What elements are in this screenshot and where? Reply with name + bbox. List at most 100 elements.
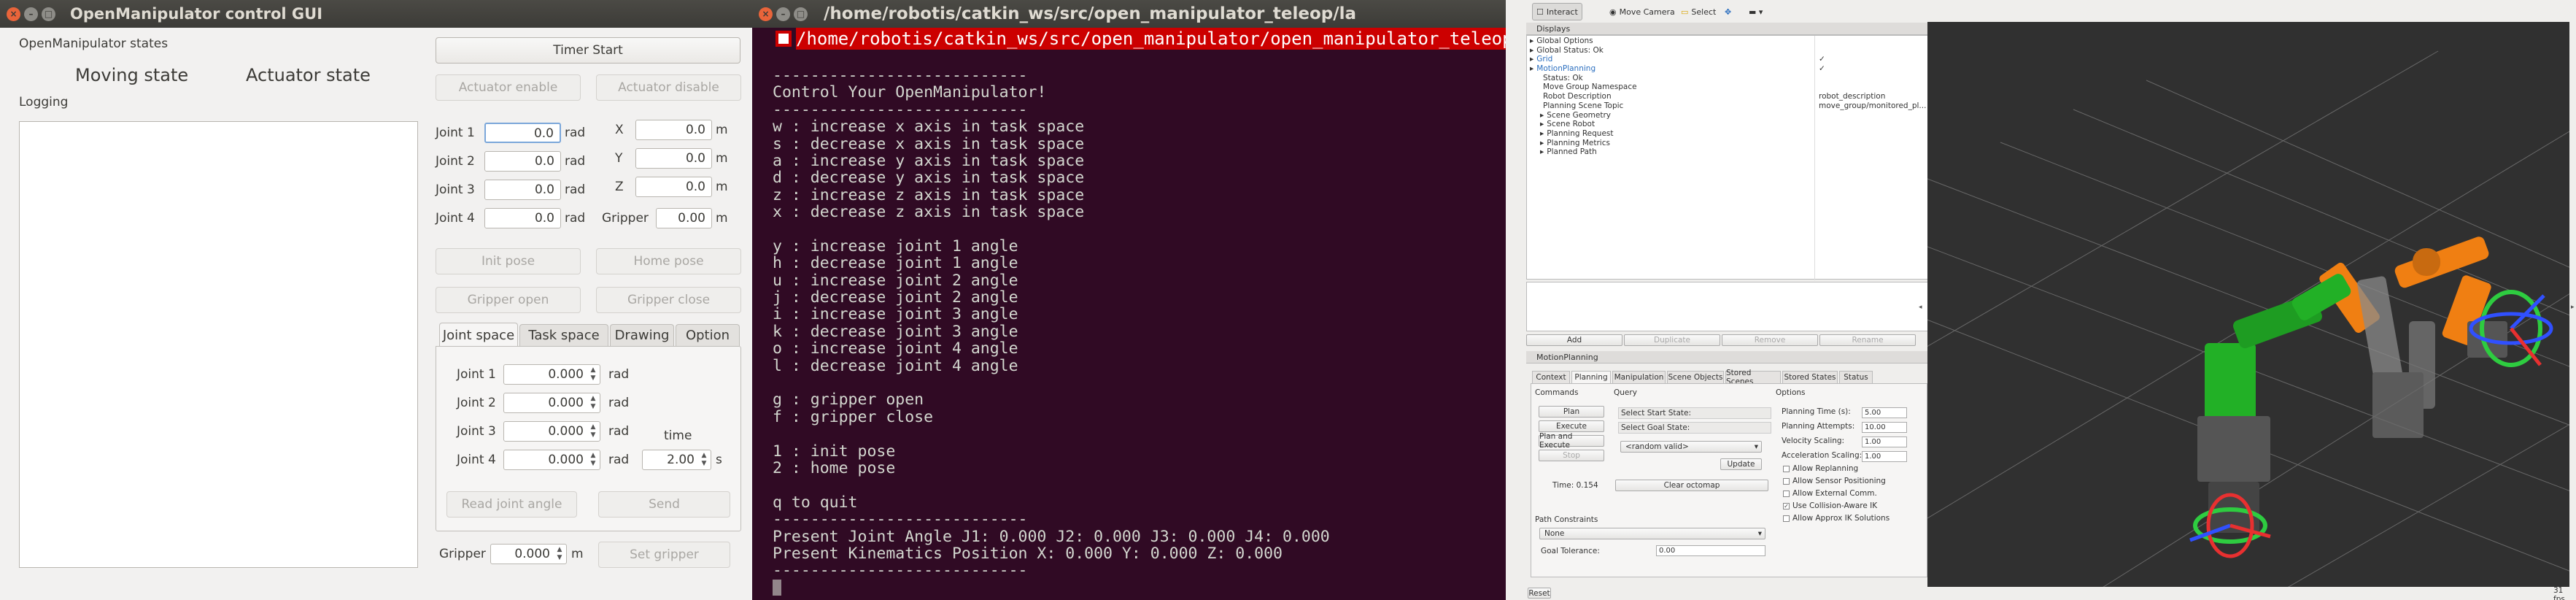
spin-arrows-icon[interactable]: ▲ ▼: [699, 452, 709, 468]
display-tree-item[interactable]: Status: Ok: [1530, 74, 1924, 83]
mp-tab-status[interactable]: Status: [1839, 371, 1873, 383]
y-field[interactable]: 0.0: [635, 148, 712, 169]
display-tree-item[interactable]: Move Group Namespace: [1530, 82, 1924, 92]
option-spinbox[interactable]: 1.00: [1862, 451, 1907, 462]
expand-arrow-icon[interactable]: ▸: [1540, 147, 1544, 156]
expand-arrow-icon[interactable]: ▸: [1540, 120, 1544, 128]
mp-tab-scene-objects[interactable]: Scene Objects: [1667, 371, 1724, 383]
goal-tolerance-field[interactable]: 0.00: [1656, 545, 1765, 556]
display-tree-item[interactable]: ▸ Planned Path: [1530, 147, 1924, 157]
clear-octomap-button[interactable]: Clear octomap: [1615, 480, 1768, 491]
checkbox[interactable]: [1783, 477, 1790, 485]
joint3-field[interactable]: 0.0: [484, 180, 561, 200]
x-field[interactable]: 0.0: [635, 120, 712, 140]
checkbox[interactable]: ✓: [1783, 502, 1790, 509]
set-gripper-button[interactable]: Set gripper: [598, 542, 730, 568]
joint2-field[interactable]: 0.0: [484, 151, 561, 172]
option-checkbox-row[interactable]: Allow Replanning: [1783, 464, 1922, 477]
3d-viewport[interactable]: [1927, 22, 2569, 587]
rename-display-button[interactable]: Rename: [1819, 334, 1916, 346]
stop-button[interactable]: Stop: [1539, 450, 1604, 461]
add-display-button[interactable]: Add: [1526, 334, 1622, 346]
mp-tab-stored-scenes[interactable]: Stored Scenes: [1725, 369, 1781, 386]
checkbox[interactable]: [1783, 515, 1790, 522]
joint4-field[interactable]: 0.0: [484, 208, 561, 228]
move-icon[interactable]: ✥: [1720, 3, 1736, 20]
js-joint1-spinbox[interactable]: 0.000 ▲ ▼: [503, 364, 600, 385]
duplicate-display-button[interactable]: Duplicate: [1624, 334, 1720, 346]
goal-state-dropdown[interactable]: <random valid> ▾: [1620, 441, 1762, 453]
bottom-gripper-spinbox[interactable]: 0.000 ▲ ▼: [490, 544, 567, 564]
js-joint4-spinbox[interactable]: 0.000 ▲ ▼: [503, 450, 600, 470]
mp-tab-planning[interactable]: Planning: [1571, 371, 1611, 383]
display-tree-item[interactable]: ▸ Scene Geometry: [1530, 111, 1924, 120]
display-tree-item[interactable]: ▸ Scene Robot: [1530, 120, 1924, 129]
checkbox[interactable]: [1783, 490, 1790, 497]
js-joint2-spinbox[interactable]: 0.000 ▲ ▼: [503, 393, 600, 413]
option-checkbox-row[interactable]: ✓ Use Collision-Aware IK: [1783, 501, 1922, 514]
path-constraints-dropdown[interactable]: None ▾: [1539, 528, 1765, 539]
maximize-icon[interactable]: □: [794, 7, 808, 21]
display-tree-item[interactable]: Robot Description robot_description: [1530, 92, 1924, 101]
gripper-field[interactable]: 0.00: [656, 208, 712, 228]
tool-move-camera[interactable]: ◉ Move Camera: [1605, 3, 1679, 20]
display-tree-item[interactable]: ▸ Planning Request: [1530, 129, 1924, 139]
time-spinbox[interactable]: 2.00 ▲ ▼: [642, 450, 711, 470]
spin-arrows-icon[interactable]: ▲ ▼: [554, 546, 565, 562]
collapse-right-icon[interactable]: ▸: [2571, 304, 2575, 311]
expand-arrow-icon[interactable]: ▸: [1540, 139, 1544, 147]
js-joint3-spinbox[interactable]: 0.000 ▲ ▼: [503, 421, 600, 442]
tool-interact[interactable]: ☐ Interact: [1532, 3, 1582, 20]
spin-arrows-icon[interactable]: ▲ ▼: [588, 452, 598, 468]
maximize-icon[interactable]: □: [42, 7, 55, 21]
tool-select[interactable]: ▭ Select: [1676, 3, 1720, 20]
z-field[interactable]: 0.0: [635, 177, 712, 197]
displays-tree[interactable]: ▸ Global Options ▸ Global Status: Ok ▸ Grid ✓ ▸…: [1526, 35, 1930, 280]
tab-joint-space[interactable]: Joint space: [439, 323, 518, 347]
checkbox[interactable]: [1783, 465, 1790, 472]
minimize-icon[interactable]: –: [24, 7, 38, 21]
spin-arrows-icon[interactable]: ▲ ▼: [588, 423, 598, 439]
expand-arrow-icon[interactable]: ▸: [1530, 46, 1533, 55]
expand-arrow-icon[interactable]: ▸: [1530, 36, 1533, 45]
close-icon[interactable]: ×: [759, 7, 773, 21]
gripper-open-button[interactable]: Gripper open: [436, 287, 581, 313]
spin-arrows-icon[interactable]: ▲ ▼: [588, 366, 598, 382]
actuator-enable-button[interactable]: Actuator enable: [436, 74, 581, 101]
display-tree-item[interactable]: ▸ MotionPlanning ✓: [1530, 64, 1924, 74]
expand-arrow-icon[interactable]: ▸: [1530, 64, 1533, 73]
select-goal-state[interactable]: Select Goal State:: [1618, 422, 1771, 434]
display-tree-item[interactable]: ▸ Planning Metrics: [1530, 139, 1924, 148]
timer-start-button[interactable]: Timer Start: [436, 37, 740, 64]
tab-drawing[interactable]: Drawing: [610, 324, 674, 346]
expand-arrow-icon[interactable]: ▸: [1540, 129, 1544, 138]
plan-button[interactable]: Plan: [1539, 406, 1604, 418]
display-tree-item[interactable]: ▸ Grid ✓: [1530, 55, 1924, 64]
option-checkbox-row[interactable]: Allow Approx IK Solutions: [1783, 514, 1922, 526]
mp-tab-context[interactable]: Context: [1532, 371, 1570, 383]
collapse-left-icon[interactable]: ◂: [1919, 304, 1922, 311]
logging-area[interactable]: [19, 121, 418, 568]
tab-option[interactable]: Option: [676, 324, 740, 346]
home-pose-button[interactable]: Home pose: [596, 248, 741, 274]
plan-execute-button[interactable]: Plan and Execute: [1539, 432, 1604, 450]
spin-arrows-icon[interactable]: ▲ ▼: [588, 395, 598, 411]
display-tree-item[interactable]: Planning Scene Topic move_group/monitored…: [1530, 101, 1926, 111]
option-spinbox[interactable]: 1.00: [1862, 436, 1907, 447]
expand-arrow-icon[interactable]: ▸: [1530, 55, 1533, 64]
joint1-field[interactable]: 0.0: [484, 123, 561, 143]
reset-button[interactable]: Reset: [1528, 588, 1551, 599]
option-spinbox[interactable]: 10.00: [1862, 422, 1907, 433]
actuator-disable-button[interactable]: Actuator disable: [596, 74, 741, 101]
mp-tab-stored-states[interactable]: Stored States: [1782, 371, 1838, 383]
execute-button[interactable]: Execute: [1539, 420, 1604, 432]
option-spinbox[interactable]: 5.00: [1862, 407, 1907, 418]
remove-display-button[interactable]: Remove: [1722, 334, 1818, 346]
option-checkbox-row[interactable]: Allow External Comm.: [1783, 489, 1922, 501]
option-checkbox-row[interactable]: Allow Sensor Positioning: [1783, 477, 1922, 489]
read-joint-angle-button[interactable]: Read joint angle: [446, 491, 577, 518]
terminal-output[interactable]: --------------------------- Control Your …: [773, 67, 1330, 580]
close-icon[interactable]: ×: [7, 7, 20, 21]
update-button[interactable]: Update: [1720, 458, 1762, 470]
expand-arrow-icon[interactable]: ▸: [1540, 111, 1544, 120]
